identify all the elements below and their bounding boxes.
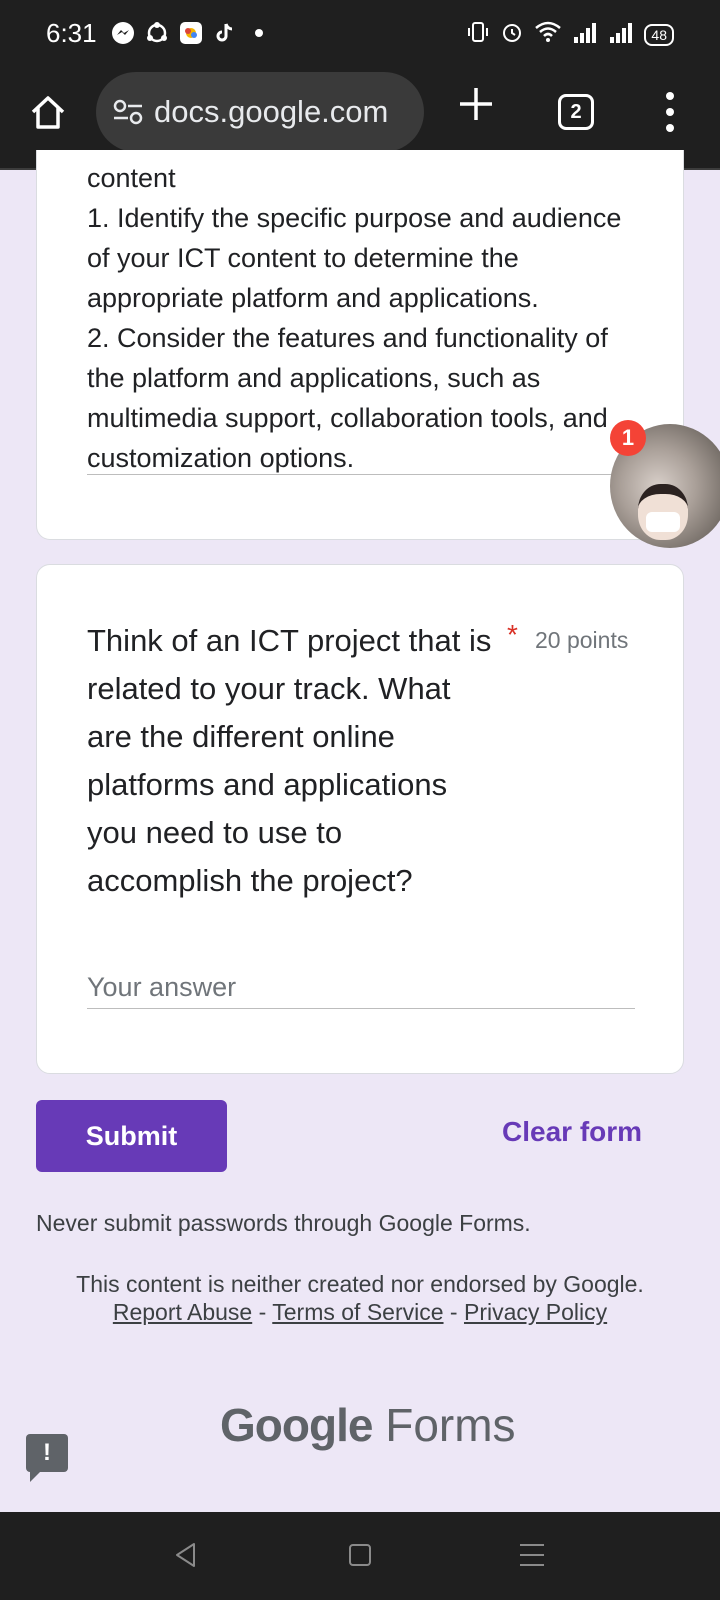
signal-icon [572, 21, 598, 48]
google-forms-logo[interactable]: Google Forms [220, 1398, 516, 1452]
home-icon[interactable] [28, 92, 68, 132]
feedback-icon[interactable]: ! [26, 1434, 68, 1482]
report-abuse-link[interactable]: Report Abuse [113, 1299, 252, 1325]
wifi-icon [534, 20, 562, 49]
chat-notification-badge: 1 [610, 420, 646, 456]
question-title: Think of an ICT project that is related … [87, 623, 492, 898]
avatar-mask [646, 512, 680, 532]
sync-icon [144, 20, 170, 46]
previous-question-card: content 1. Identify the specific purpose… [36, 150, 684, 540]
system-navigation-bar [0, 1512, 720, 1600]
separator: - [258, 1299, 267, 1325]
clear-form-button[interactable]: Clear form [502, 1116, 642, 1148]
back-icon[interactable] [174, 1542, 198, 1573]
messenger-icon [110, 20, 136, 46]
question-card: Think of an ICT project that is related … [36, 564, 684, 1074]
required-marker: * [507, 619, 518, 650]
footer-disclaimer: This content is neither created nor endo… [76, 1270, 644, 1326]
home-nav-icon[interactable] [349, 1544, 371, 1566]
battery-indicator: 48 [644, 23, 674, 46]
new-tab-icon[interactable] [456, 84, 496, 124]
status-time: 6:31 [46, 18, 97, 48]
photos-icon [178, 20, 204, 46]
answer-underline [87, 474, 647, 475]
alarm-icon [500, 20, 524, 49]
status-system-icons: 48 [466, 20, 674, 49]
dot-icon [246, 20, 272, 46]
submit-button[interactable]: Submit [36, 1100, 227, 1172]
vibrate-icon [466, 20, 490, 49]
overflow-menu-icon[interactable] [660, 92, 680, 132]
question-points: 20 points [535, 627, 629, 653]
site-settings-icon[interactable] [112, 97, 144, 127]
forms-wordmark: Forms [385, 1399, 516, 1451]
password-warning: Never submit passwords through Google Fo… [36, 1210, 531, 1236]
answer-input[interactable] [87, 967, 635, 1009]
status-app-icons [110, 20, 272, 46]
url-bar[interactable]: docs.google.com [96, 72, 424, 152]
privacy-link[interactable]: Privacy Policy [464, 1299, 607, 1325]
url-text[interactable]: docs.google.com [154, 94, 388, 130]
status-bar: 6:31 48 [0, 0, 720, 70]
signal-icon-2 [608, 21, 634, 48]
tiktok-icon [212, 20, 238, 46]
previous-answer-text[interactable]: content 1. Identify the specific purpose… [87, 158, 647, 478]
tab-switcher-button[interactable]: 2 [558, 94, 594, 130]
google-wordmark: Google [220, 1399, 373, 1451]
separator-2: - [449, 1299, 458, 1325]
disclaimer-text: This content is neither created nor endo… [76, 1271, 644, 1297]
terms-link[interactable]: Terms of Service [272, 1299, 443, 1325]
recent-apps-icon[interactable] [520, 1544, 544, 1566]
